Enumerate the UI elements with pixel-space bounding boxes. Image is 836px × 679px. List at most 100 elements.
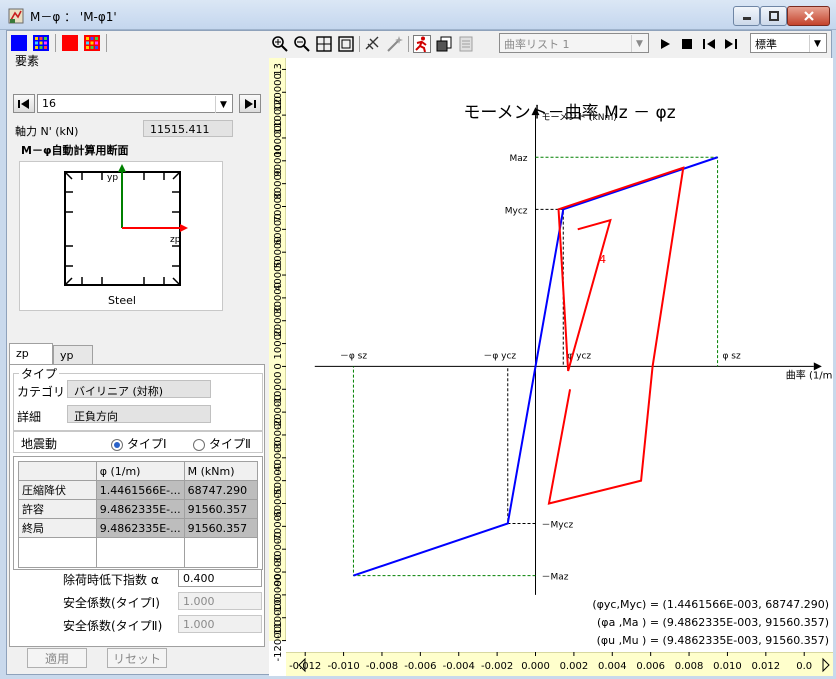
category-label: カテゴリ: [17, 385, 66, 399]
type-heading: タイプ: [19, 365, 60, 382]
minimize-icon: [742, 17, 751, 20]
ref-label-phi-ycz-neg: －φ ycz: [483, 351, 516, 361]
red-square-icon[interactable]: [62, 35, 78, 51]
unload-index-label: 除荷時低下指数 α: [63, 573, 159, 587]
element-selector[interactable]: 16 ▼: [37, 94, 233, 113]
table-header-row: φ (1/m) M (kNm): [18, 461, 259, 481]
chevron-down-icon[interactable]: ▼: [631, 35, 647, 52]
previous-icon: [18, 98, 29, 109]
x-tick-label: -0.006: [404, 661, 436, 672]
reset-button[interactable]: リセット: [107, 648, 167, 668]
earthquake-option-type2[interactable]: タイプⅡ: [193, 435, 251, 452]
stop-icon[interactable]: [681, 38, 693, 50]
x-tick-label: 0.0: [796, 661, 812, 672]
curve-list-value: 曲率リスト 1: [504, 38, 570, 51]
safety-factor-type1-label: 安全係数(タイプⅠ): [63, 596, 160, 610]
results-table-frame: φ (1/m) M (kNm) 圧縮降伏 1.4461566E-... 6874…: [13, 456, 263, 570]
series-line-2: [547, 166, 685, 505]
toolbar-separator: [106, 34, 107, 52]
app-icon: [8, 8, 24, 24]
runner-icon: [415, 36, 427, 52]
client-area: 要素 16 ▼ 軸力 N' (kN) 11515.411 M－φ自動計算用断面 …: [6, 30, 833, 676]
results-table: φ (1/m) M (kNm) 圧縮降伏 1.4461566E-... 6874…: [18, 461, 259, 568]
section-axis-z-label: zp: [170, 235, 181, 245]
x-tick-label: 0.010: [713, 661, 742, 672]
unload-index-input[interactable]: 0.400: [178, 569, 262, 587]
close-button[interactable]: [787, 6, 830, 26]
table-row[interactable]: 終局 9.4862335E-... 91560.357: [18, 518, 259, 538]
toolbar-separator: [55, 34, 56, 52]
x-tick-label: 0.000: [521, 661, 550, 672]
earthquake-option-type1[interactable]: タイプⅠ: [111, 435, 167, 452]
x-tick-label: 0.004: [598, 661, 627, 672]
blue-square-icon[interactable]: [11, 35, 27, 51]
previous-element-button[interactable]: [13, 94, 35, 113]
toolbar-separator: [408, 36, 409, 52]
close-icon: [803, 11, 814, 21]
ref-label-mycz-neg: －Mycz: [542, 520, 574, 530]
runner-button[interactable]: [413, 35, 431, 53]
table-header-phi: φ (1/m): [95, 461, 185, 481]
step-back-icon[interactable]: [703, 38, 715, 50]
table-header-m: M (kNm): [183, 461, 259, 481]
element-heading: 要素: [15, 54, 40, 68]
row-phi: 1.4461566E-...: [95, 480, 185, 500]
axial-force-label: 軸力 N' (kN): [15, 125, 79, 138]
y-tick-label: 13: [273, 63, 284, 76]
tab-zp[interactable]: zp: [9, 343, 53, 365]
copy-icon[interactable]: [435, 35, 453, 53]
x-tick-label: 0.006: [636, 661, 665, 672]
row-label: 許容: [18, 499, 97, 519]
chevron-down-icon[interactable]: ▼: [215, 96, 231, 113]
maximize-button[interactable]: [760, 6, 787, 26]
measure-icon[interactable]: [364, 35, 382, 53]
row-m: 91560.357: [183, 518, 259, 538]
left-toolbar: [11, 34, 107, 52]
marker-label: 4: [599, 253, 606, 266]
playback-controls: [659, 34, 737, 54]
zoom-in-icon[interactable]: [271, 35, 289, 53]
safety-factor-type2-input[interactable]: 1.000: [178, 615, 262, 633]
detail-field: 正負方向: [67, 405, 211, 423]
row-label: 終局: [18, 518, 97, 538]
row-m: 68747.290: [183, 480, 259, 500]
step-forward-icon[interactable]: [725, 38, 737, 50]
moment-curvature-chart[interactable]: 曲率 (1/m)モーメント (kNm)モーメント－曲率 Mz － φzMazMy…: [269, 58, 833, 676]
table-row[interactable]: 圧縮降伏 1.4461566E-... 68747.290: [18, 480, 259, 500]
apply-button[interactable]: 適用: [27, 648, 87, 668]
ref-label-phi-sz: φ sz: [722, 351, 740, 361]
safety-factor-type2-label: 安全係数(タイプⅡ): [63, 619, 163, 633]
title-bar[interactable]: M－φ ： 'M-φ1': [0, 0, 836, 30]
curve-list-select[interactable]: 曲率リスト 1 ▼: [499, 33, 649, 53]
row-phi: 9.4862335E-...: [95, 518, 185, 538]
section-heading: M－φ自動計算用断面: [21, 144, 129, 157]
earthquake-option-type2-label: タイプⅡ: [209, 437, 251, 451]
wand-icon[interactable]: [386, 35, 404, 53]
next-element-button[interactable]: [239, 94, 261, 113]
y-tick-label: -10000: [273, 372, 284, 407]
play-icon[interactable]: [659, 38, 671, 50]
view-mode-select[interactable]: 標準 ▼: [750, 33, 827, 53]
steel-section-diagram: yp zp: [64, 164, 188, 286]
blue-grid-palette-icon[interactable]: [33, 35, 49, 51]
x-tick-label: 0.008: [675, 661, 704, 672]
chevron-down-icon[interactable]: ▼: [809, 35, 825, 52]
red-grid-palette-icon[interactable]: [84, 35, 100, 51]
window-title: M－φ ： 'M-φ1': [30, 10, 117, 24]
coordinate-annotation: (φyc,Myc) = (1.4461566E-003, 68747.290): [592, 598, 829, 611]
x-tick-label: 0.012: [752, 661, 781, 672]
list-icon[interactable]: [457, 35, 475, 53]
frame-icon[interactable]: [337, 35, 355, 53]
table-row[interactable]: 許容 9.4862335E-... 91560.357: [18, 499, 259, 519]
minimize-button[interactable]: [733, 6, 760, 26]
zoom-out-icon[interactable]: [293, 35, 311, 53]
category-field: バイリニア (対称): [67, 380, 211, 398]
y-tick-label: 120000: [273, 73, 284, 111]
tab-yp[interactable]: yp: [53, 345, 93, 364]
detail-label: 詳細: [17, 410, 42, 424]
fit-icon[interactable]: [315, 35, 333, 53]
x-axis-label: 曲率 (1/m): [786, 368, 833, 381]
ruler-right-arrow-icon: [822, 657, 830, 673]
row-m: 91560.357: [183, 499, 259, 519]
safety-factor-type1-input[interactable]: 1.000: [178, 592, 262, 610]
